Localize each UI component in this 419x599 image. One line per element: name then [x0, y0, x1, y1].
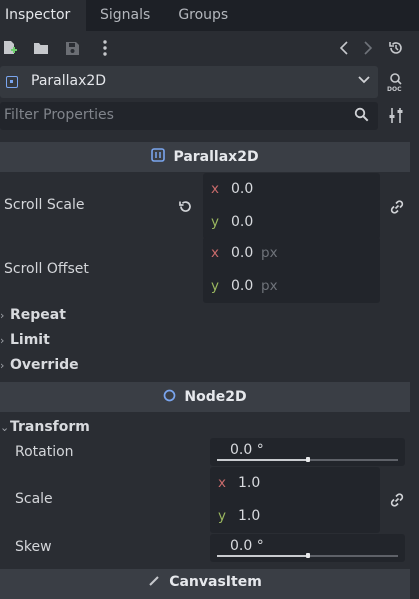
svg-text:DOC: DOC: [387, 86, 402, 92]
chevron-right-icon: ›: [0, 309, 5, 322]
scale-label: Scale: [15, 491, 53, 507]
chevron-right-icon: ›: [0, 334, 5, 347]
canvasitem-icon: [148, 574, 161, 591]
section-title: Node2D: [184, 389, 247, 405]
rotation-value: 0.0 °: [230, 442, 264, 458]
history-forward-icon[interactable]: [359, 39, 377, 57]
scroll-offset-y[interactable]: y 0.0 px: [203, 270, 380, 303]
open-folder-icon[interactable]: [32, 39, 50, 57]
chevron-down-icon: ⌄: [0, 421, 10, 434]
new-resource-icon[interactable]: [1, 39, 19, 57]
skew-value: 0.0 °: [230, 538, 264, 554]
node-selector-label: Parallax2D: [31, 73, 107, 89]
save-icon[interactable]: [63, 39, 81, 57]
scroll-scale-field: x 0.0 y 0.0: [203, 173, 380, 239]
slider-fill: [217, 555, 308, 557]
skew-label: Skew: [15, 539, 52, 555]
y-axis-label: y: [211, 278, 219, 294]
scroll-offset-label: Scroll Offset: [4, 261, 89, 277]
unit-label: px: [261, 278, 278, 294]
dock-tab-bar: Inspector Signals Groups: [0, 0, 419, 31]
x-axis-label: x: [218, 475, 226, 491]
scroll-scale-y[interactable]: y 0.0: [203, 206, 380, 239]
filter-placeholder: Filter Properties: [4, 107, 114, 123]
section-title: Parallax2D: [173, 149, 259, 165]
slider-track: [217, 457, 398, 462]
section-node2d[interactable]: Node2D: [0, 382, 410, 412]
unit-label: px: [261, 245, 278, 261]
revert-icon[interactable]: [178, 199, 193, 218]
doc-search-icon[interactable]: DOC: [386, 72, 406, 96]
x-axis-label: x: [211, 245, 219, 261]
slider-grabber[interactable]: [305, 553, 310, 558]
tab-inspector[interactable]: Inspector: [0, 0, 86, 31]
scroll-offset-x[interactable]: x 0.0 px: [203, 237, 380, 270]
node2d-icon: [163, 389, 176, 406]
scroll-scale-label: Scroll Scale: [4, 197, 85, 213]
parallax2d-node-icon: [151, 148, 166, 166]
slider-track: [217, 553, 398, 558]
rotation-label: Rotation: [15, 444, 74, 460]
scroll-offset-field: x 0.0 px y 0.0 px: [203, 237, 380, 303]
slider-fill: [217, 459, 308, 461]
scroll-scale-x-value: 0.0: [231, 181, 254, 197]
section-parallax2d[interactable]: Parallax2D: [0, 142, 410, 172]
group-transform[interactable]: ⌄Transform: [0, 419, 90, 435]
group-label: Override: [10, 357, 79, 373]
scroll-offset-x-value: 0.0: [231, 245, 254, 261]
filter-settings-icon[interactable]: [389, 107, 403, 128]
filter-properties-input[interactable]: Filter Properties: [0, 102, 378, 130]
group-limit[interactable]: › Limit: [0, 332, 50, 348]
scroll-scale-x[interactable]: x 0.0: [203, 173, 380, 206]
parallax2d-node-icon: [6, 76, 18, 88]
y-axis-label: y: [211, 214, 219, 230]
section-canvasitem[interactable]: CanvasItem: [0, 569, 410, 599]
section-title: CanvasItem: [169, 574, 262, 590]
link-icon[interactable]: [389, 199, 405, 219]
scale-x[interactable]: x 1.0: [210, 467, 380, 500]
slider-grabber[interactable]: [305, 457, 310, 462]
tab-groups[interactable]: Groups: [164, 0, 242, 31]
scroll-offset-y-value: 0.0: [231, 278, 254, 294]
link-icon[interactable]: [389, 492, 405, 512]
scale-y-value: 1.0: [238, 508, 261, 524]
scroll-scale-y-value: 0.0: [231, 214, 254, 230]
chevron-down-icon: [358, 73, 370, 88]
scale-x-value: 1.0: [238, 475, 261, 491]
group-label: Limit: [10, 332, 50, 348]
group-override[interactable]: › Override: [0, 357, 79, 373]
scale-field: x 1.0 y 1.0: [210, 467, 380, 533]
inspector-toolbar: [0, 31, 419, 65]
group-label: Transform: [10, 419, 90, 435]
chevron-right-icon: ›: [0, 359, 5, 372]
group-label: Repeat: [10, 307, 66, 323]
x-axis-label: x: [211, 181, 219, 197]
more-vert-icon[interactable]: [96, 39, 114, 57]
history-icon[interactable]: [387, 39, 405, 57]
scale-y[interactable]: y 1.0: [210, 500, 380, 533]
rotation-slider[interactable]: 0.0 °: [210, 438, 405, 466]
tab-signals[interactable]: Signals: [86, 0, 164, 31]
skew-slider[interactable]: 0.0 °: [210, 534, 405, 562]
history-back-icon[interactable]: [335, 39, 353, 57]
group-repeat[interactable]: › Repeat: [0, 307, 66, 323]
y-axis-label: y: [218, 508, 226, 524]
node-selector[interactable]: Parallax2D: [0, 66, 378, 98]
search-icon: [354, 107, 369, 126]
